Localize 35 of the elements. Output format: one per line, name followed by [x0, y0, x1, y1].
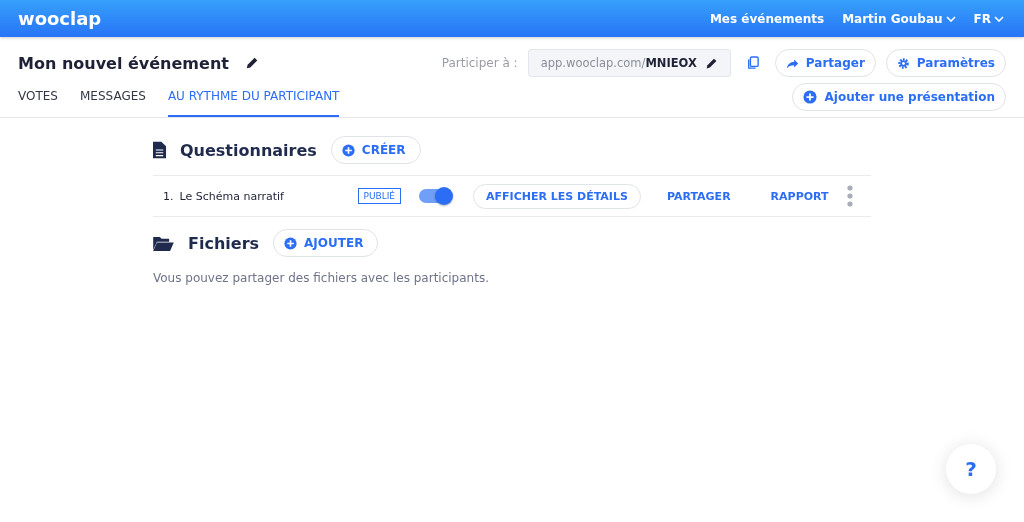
nav-link[interactable]: Martin Goubau — [842, 11, 956, 26]
settings-icon — [896, 56, 910, 70]
pencil-icon[interactable] — [704, 56, 718, 70]
section-title: Questionnaires — [180, 140, 317, 160]
participate-label: Participer à : — [441, 56, 518, 70]
plus-circle-icon — [803, 90, 818, 104]
tab[interactable]: MESSAGES — [80, 83, 146, 117]
questionnaire-name: Le Schéma narratif — [179, 189, 285, 203]
report-link[interactable]: RAPPORT — [770, 189, 829, 203]
event-title: Mon nouvel événement — [18, 53, 229, 73]
url-field[interactable]: app.wooclap.com/MNIEOX — [527, 49, 731, 77]
copy-icon[interactable] — [746, 56, 759, 70]
details-button[interactable]: AFFICHER LES DÉTAILS — [473, 183, 641, 209]
plus-circle-icon — [341, 143, 355, 157]
add-button[interactable]: AJOUTER — [273, 229, 379, 257]
item-number: 1. — [163, 189, 174, 203]
share-button[interactable]: Partager — [774, 49, 876, 77]
share-link[interactable]: PARTAGER — [666, 189, 731, 203]
status-tag: PUBLIÉ — [357, 188, 402, 204]
logo[interactable]: wooclap — [18, 8, 102, 29]
pencil-icon[interactable] — [244, 56, 259, 70]
empty-message: Vous pouvez partager des fichiers avec les participants. — [153, 271, 490, 285]
document-icon — [153, 141, 166, 159]
settings-button[interactable]: Paramètres — [885, 49, 1006, 77]
help-button[interactable]: ? — [946, 444, 996, 494]
nav-link[interactable]: FR — [973, 11, 1004, 26]
section-title: Fichiers — [188, 233, 260, 253]
toggle-switch[interactable] — [419, 189, 452, 203]
nav-link[interactable]: Mes événements — [709, 11, 825, 26]
create-button[interactable]: CRÉER — [330, 136, 421, 164]
add-presentation-button[interactable]: Ajouter une présentation — [792, 83, 1006, 111]
tab[interactable]: AU RYTHME DU PARTICIPANT — [167, 83, 340, 117]
folder-icon — [153, 235, 174, 251]
plus-circle-icon — [284, 236, 298, 250]
tab[interactable]: VOTES — [18, 83, 58, 117]
